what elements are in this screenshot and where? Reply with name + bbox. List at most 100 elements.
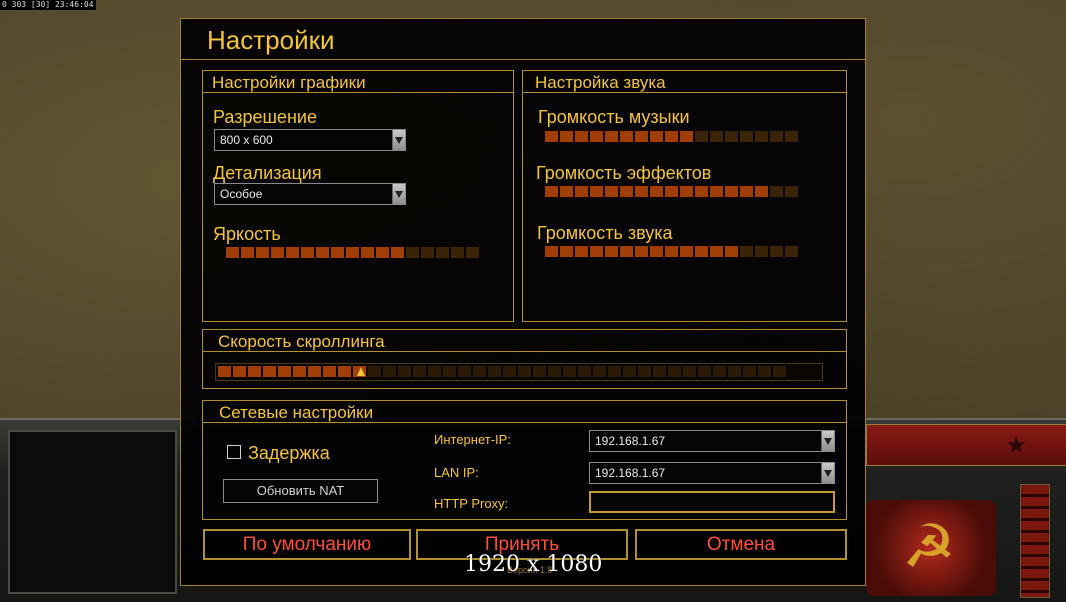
meter-segment[interactable] [590, 186, 603, 197]
chevron-down-icon[interactable] [392, 130, 405, 150]
meter-segment[interactable] [638, 366, 651, 377]
meter-segment[interactable] [740, 186, 753, 197]
meter-segment[interactable] [755, 131, 768, 142]
meter-segment[interactable] [653, 366, 666, 377]
meter-segment[interactable] [680, 131, 693, 142]
meter-segment[interactable] [650, 246, 663, 257]
meter-segment[interactable] [578, 366, 591, 377]
meter-segment[interactable] [740, 131, 753, 142]
meter-segment[interactable] [458, 366, 471, 377]
meter-segment[interactable] [575, 246, 588, 257]
meter-segment[interactable] [368, 366, 381, 377]
meter-segment[interactable] [226, 247, 239, 258]
effects-volume-slider[interactable] [545, 186, 798, 197]
meter-segment[interactable] [680, 246, 693, 257]
meter-segment[interactable] [563, 366, 576, 377]
detail-select[interactable]: Особое [214, 183, 406, 205]
meter-segment[interactable] [545, 186, 558, 197]
meter-segment[interactable] [331, 247, 344, 258]
meter-segment[interactable] [635, 246, 648, 257]
meter-segment[interactable] [248, 366, 261, 377]
meter-segment[interactable] [301, 247, 314, 258]
brightness-slider[interactable] [226, 247, 479, 258]
meter-segment[interactable] [725, 186, 738, 197]
meter-segment[interactable] [271, 247, 284, 258]
meter-segment[interactable] [316, 247, 329, 258]
meter-segment[interactable] [545, 246, 558, 257]
meter-segment[interactable] [605, 131, 618, 142]
meter-segment[interactable] [361, 247, 374, 258]
meter-segment[interactable] [665, 246, 678, 257]
meter-segment[interactable] [710, 246, 723, 257]
lan-ip-select[interactable]: 192.168.1.67 [589, 462, 835, 484]
music-volume-slider[interactable] [545, 131, 798, 142]
meter-segment[interactable] [728, 366, 741, 377]
meter-segment[interactable] [338, 366, 351, 377]
default-button[interactable]: По умолчанию [203, 529, 411, 560]
meter-segment[interactable] [680, 186, 693, 197]
meter-segment[interactable] [635, 131, 648, 142]
meter-segment[interactable] [323, 366, 336, 377]
meter-segment[interactable] [256, 247, 269, 258]
meter-segment[interactable] [263, 366, 276, 377]
scroll-speed-slider[interactable] [215, 363, 823, 381]
meter-segment[interactable] [668, 366, 681, 377]
refresh-nat-button[interactable]: Обновить NAT [223, 479, 378, 503]
meter-segment[interactable] [443, 366, 456, 377]
meter-segment[interactable] [695, 131, 708, 142]
meter-segment[interactable] [518, 366, 531, 377]
meter-segment[interactable] [473, 366, 486, 377]
meter-segment[interactable] [421, 247, 434, 258]
meter-segment[interactable] [590, 246, 603, 257]
meter-segment[interactable] [346, 247, 359, 258]
meter-segment[interactable] [770, 131, 783, 142]
meter-segment[interactable] [620, 186, 633, 197]
meter-segment[interactable] [755, 246, 768, 257]
scroll-speed-thumb[interactable] [357, 367, 365, 376]
meter-segment[interactable] [436, 247, 449, 258]
meter-segment[interactable] [608, 366, 621, 377]
http-proxy-input[interactable] [589, 491, 835, 513]
meter-segment[interactable] [488, 366, 501, 377]
meter-segment[interactable] [620, 246, 633, 257]
meter-segment[interactable] [406, 247, 419, 258]
meter-segment[interactable] [605, 246, 618, 257]
meter-segment[interactable] [590, 131, 603, 142]
meter-segment[interactable] [605, 186, 618, 197]
meter-segment[interactable] [773, 366, 786, 377]
meter-segment[interactable] [383, 366, 396, 377]
delay-checkbox[interactable] [227, 445, 241, 459]
meter-segment[interactable] [428, 366, 441, 377]
meter-segment[interactable] [233, 366, 246, 377]
chevron-down-icon[interactable] [392, 184, 405, 204]
meter-segment[interactable] [548, 366, 561, 377]
meter-segment[interactable] [398, 366, 411, 377]
meter-segment[interactable] [785, 246, 798, 257]
meter-segment[interactable] [743, 366, 756, 377]
meter-segment[interactable] [623, 366, 636, 377]
voice-volume-slider[interactable] [545, 246, 798, 257]
meter-segment[interactable] [278, 366, 291, 377]
meter-segment[interactable] [770, 186, 783, 197]
meter-segment[interactable] [413, 366, 426, 377]
meter-segment[interactable] [286, 247, 299, 258]
chevron-down-icon[interactable] [821, 463, 834, 483]
meter-segment[interactable] [560, 131, 573, 142]
meter-segment[interactable] [695, 246, 708, 257]
meter-segment[interactable] [560, 246, 573, 257]
meter-segment[interactable] [575, 131, 588, 142]
meter-segment[interactable] [635, 186, 648, 197]
meter-segment[interactable] [770, 246, 783, 257]
meter-segment[interactable] [533, 366, 546, 377]
meter-segment[interactable] [650, 131, 663, 142]
meter-segment[interactable] [710, 186, 723, 197]
meter-segment[interactable] [376, 247, 389, 258]
meter-segment[interactable] [698, 366, 711, 377]
meter-segment[interactable] [695, 186, 708, 197]
meter-segment[interactable] [710, 131, 723, 142]
meter-segment[interactable] [713, 366, 726, 377]
meter-segment[interactable] [560, 186, 573, 197]
meter-segment[interactable] [683, 366, 696, 377]
meter-segment[interactable] [725, 246, 738, 257]
meter-segment[interactable] [725, 131, 738, 142]
